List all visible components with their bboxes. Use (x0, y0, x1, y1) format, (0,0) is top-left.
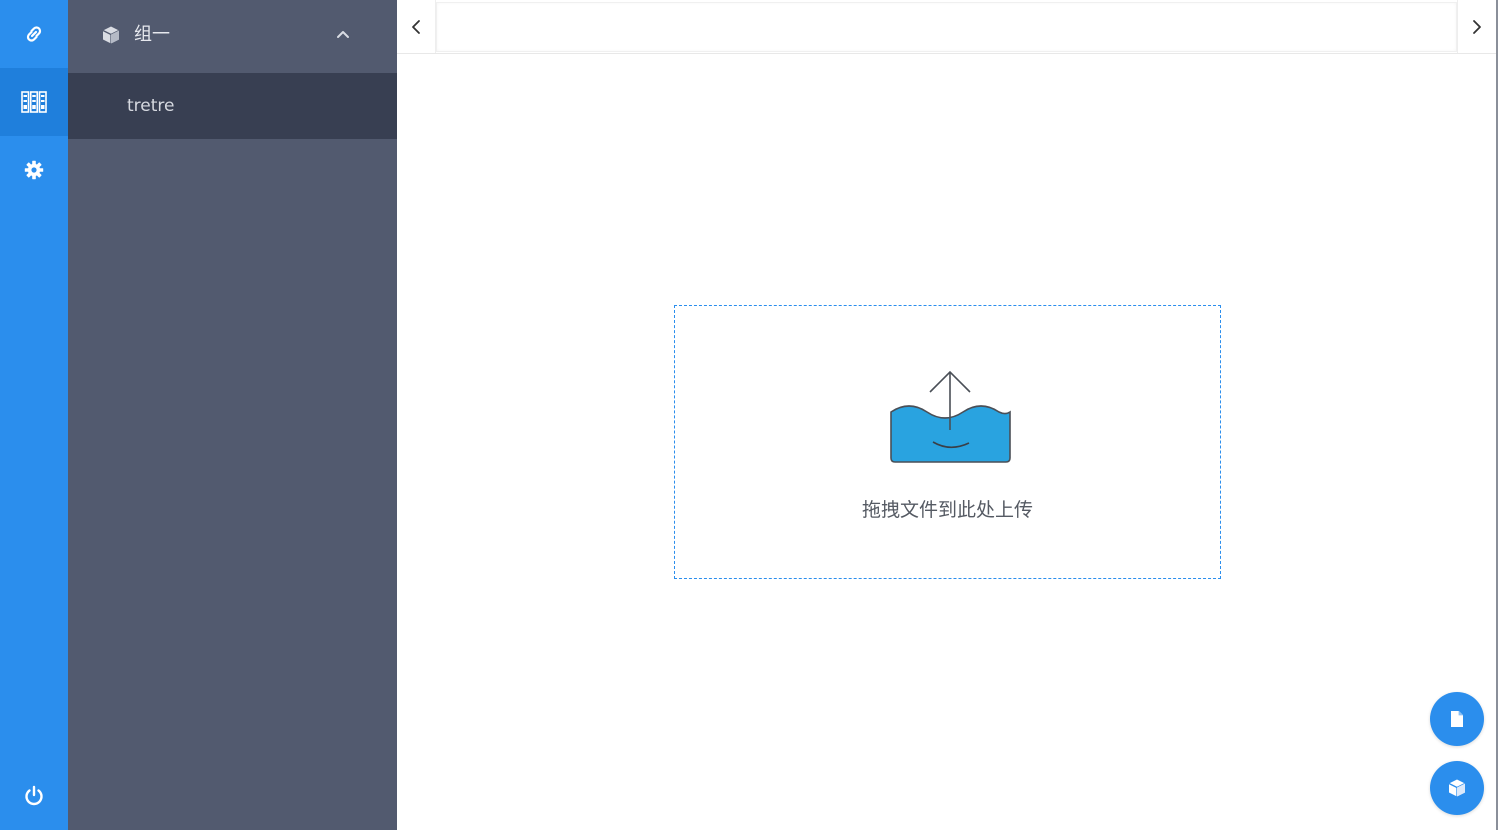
icon-rail (0, 0, 68, 830)
tab-scroll-right-button[interactable] (1457, 0, 1496, 53)
rail-item-library[interactable] (0, 68, 68, 136)
chevron-right-icon (1473, 19, 1481, 34)
cube-icon (1448, 779, 1466, 797)
cube-icon (102, 26, 120, 44)
tab-scroll-left-button[interactable] (397, 0, 436, 53)
main-area: 拖拽文件到此处上传 (397, 0, 1496, 830)
link-icon (26, 26, 42, 42)
power-icon (25, 785, 43, 806)
group-title: 组一 (134, 24, 170, 45)
chevron-up-icon[interactable] (336, 29, 350, 39)
library-icon (21, 91, 47, 113)
upload-dropzone[interactable]: 拖拽文件到此处上传 (674, 305, 1221, 579)
rail-item-power[interactable] (0, 762, 68, 830)
new-file-button[interactable] (1430, 692, 1484, 746)
rail-item-settings[interactable] (0, 136, 68, 204)
upload-icon (890, 370, 1011, 463)
tab-bar (397, 0, 1496, 54)
group-header[interactable]: 组一 (68, 0, 397, 73)
rail-item-links[interactable] (0, 0, 68, 68)
tab-strip (436, 2, 1457, 52)
chevron-left-icon (412, 19, 420, 34)
dropzone-text: 拖拽文件到此处上传 (861, 499, 1033, 521)
group-sidebar: 组一 tretre (68, 0, 397, 830)
gear-icon (24, 160, 44, 180)
new-group-button[interactable] (1430, 761, 1484, 815)
group-item-label: tretre (127, 96, 175, 116)
group-item-tretre[interactable]: tretre (68, 73, 397, 139)
file-icon (1451, 711, 1463, 727)
